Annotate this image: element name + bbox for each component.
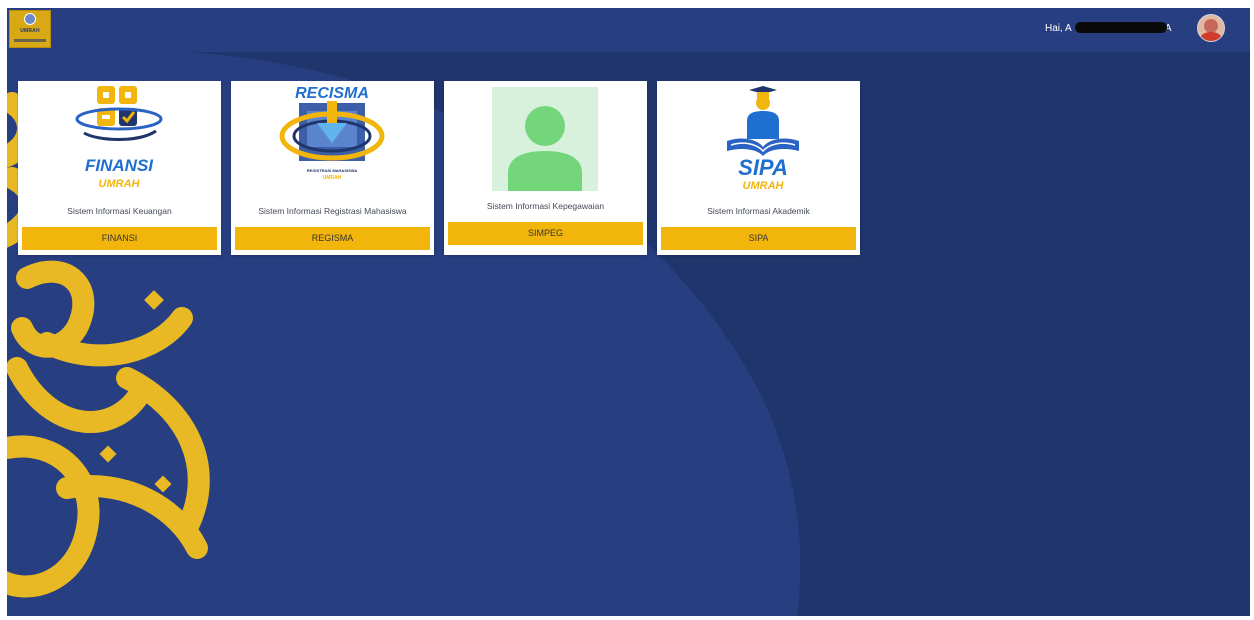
app-description: Sistem Informasi Registrasi Mahasiswa	[258, 206, 407, 216]
redacted-username	[1075, 22, 1167, 33]
app-description: Sistem Informasi Kepegawaian	[486, 201, 605, 211]
logo-underline	[14, 39, 46, 42]
app-card-sipa[interactable]: SIPA UMRAH Sistem Informasi Akademik SIP…	[657, 81, 860, 255]
university-logo[interactable]: UMRAH	[9, 10, 51, 48]
finansi-logo-sub: UMRAH	[99, 178, 141, 190]
app-card-finansi[interactable]: FINANSI UMRAH Sistem Informasi Keuangan …	[18, 81, 221, 255]
app-frame: UMRAH Hai, ARA FINANSI	[7, 8, 1250, 616]
avatar-shoulders	[1200, 32, 1222, 41]
sipa-logo-title: SIPA	[738, 155, 788, 180]
app-description: Sistem Informasi Keuangan	[67, 206, 172, 216]
sipa-button[interactable]: SIPA	[661, 227, 856, 250]
finance-app-icon: FINANSI UMRAH	[75, 86, 163, 190]
university-emblem-icon	[24, 13, 36, 25]
regisma-logo-tagline: REGISTRASI MAHASISWA	[307, 168, 358, 173]
app-card-simpeg[interactable]: Sistem Informasi Kepegawaian SIMPEG	[444, 81, 647, 255]
app-card-regisma[interactable]: RECISMA REGISTRASI MAHASISWA UMRAH Siste…	[231, 81, 434, 255]
logo-text: UMRAH	[20, 28, 40, 34]
simpeg-button[interactable]: SIMPEG	[448, 222, 643, 245]
app-description: Sistem Informasi Akademik	[707, 206, 810, 216]
registration-app-icon: RECISMA REGISTRASI MAHASISWA UMRAH	[279, 85, 385, 181]
regisma-button[interactable]: REGISMA	[235, 227, 430, 250]
regisma-logo-sub: UMRAH	[323, 175, 342, 181]
user-avatar[interactable]	[1197, 14, 1225, 42]
regisma-logo-title: RECISMA	[295, 85, 369, 102]
finansi-button[interactable]: FINANSI	[22, 227, 217, 250]
user-placeholder-icon	[492, 87, 598, 191]
sipa-logo-sub: UMRAH	[743, 180, 785, 192]
finansi-logo-title: FINANSI	[85, 156, 154, 175]
top-navbar: UMRAH Hai, ARA	[7, 8, 1250, 52]
graduate-reading-icon: SIPA UMRAH	[727, 86, 799, 192]
avatar-face	[1204, 19, 1218, 33]
